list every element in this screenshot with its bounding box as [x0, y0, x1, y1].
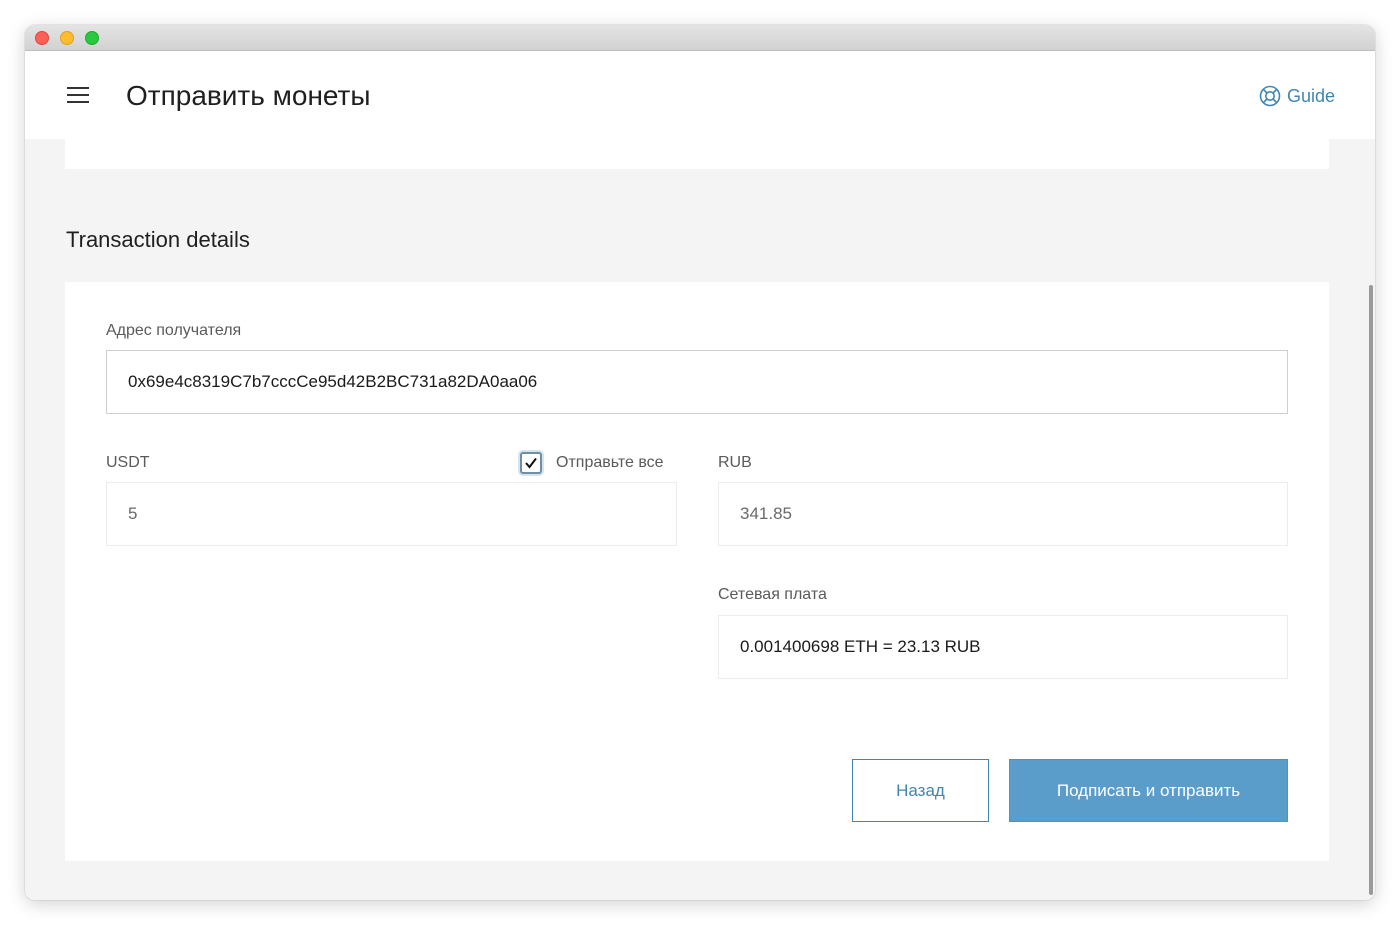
- network-fee-label: Сетевая плата: [718, 586, 827, 603]
- amount-currency-label: USDT: [106, 454, 150, 471]
- amount-input[interactable]: 5: [106, 482, 677, 546]
- app-window: Отправить монеты Guide Transaction detai…: [25, 25, 1375, 900]
- recipient-address-input[interactable]: 0x69e4c8319C7b7cccCe95d42B2BC731a82DA0aa…: [106, 350, 1288, 414]
- section-title: Transaction details: [66, 227, 250, 252]
- fiat-currency-label: RUB: [718, 454, 752, 471]
- recipient-address-label: Адрес получателя: [106, 322, 242, 339]
- send-all-label[interactable]: Отправьте все: [556, 454, 664, 472]
- hamburger-menu-icon[interactable]: [67, 87, 89, 104]
- previous-card: [65, 139, 1329, 169]
- send-all-checkbox[interactable]: [520, 452, 542, 474]
- window-zoom-button[interactable]: [85, 31, 99, 45]
- vertical-scrollbar[interactable]: [1369, 285, 1373, 895]
- network-fee-value: 0.001400698 ETH = 23.13 RUB: [718, 615, 1288, 679]
- app-header: Отправить монеты Guide: [25, 51, 1375, 139]
- transaction-details-card: Адрес получателя 0x69e4c8319C7b7cccCe95d…: [65, 282, 1329, 861]
- page-title: Отправить монеты: [126, 80, 371, 111]
- sign-and-send-button[interactable]: Подписать и отправить: [1009, 759, 1288, 822]
- guide-link-label: Guide: [1286, 85, 1335, 106]
- fiat-amount-input[interactable]: 341.85: [718, 482, 1288, 546]
- checkmark-icon: [525, 457, 537, 469]
- lifebuoy-icon: [1259, 85, 1281, 107]
- window-titlebar: [25, 25, 1375, 51]
- window-close-button[interactable]: [35, 31, 49, 45]
- back-button[interactable]: Назад: [852, 759, 989, 822]
- window-minimize-button[interactable]: [60, 31, 74, 45]
- content-scroll-area[interactable]: Transaction details Адрес получателя 0x6…: [25, 139, 1375, 900]
- guide-link[interactable]: Guide: [1259, 84, 1335, 108]
